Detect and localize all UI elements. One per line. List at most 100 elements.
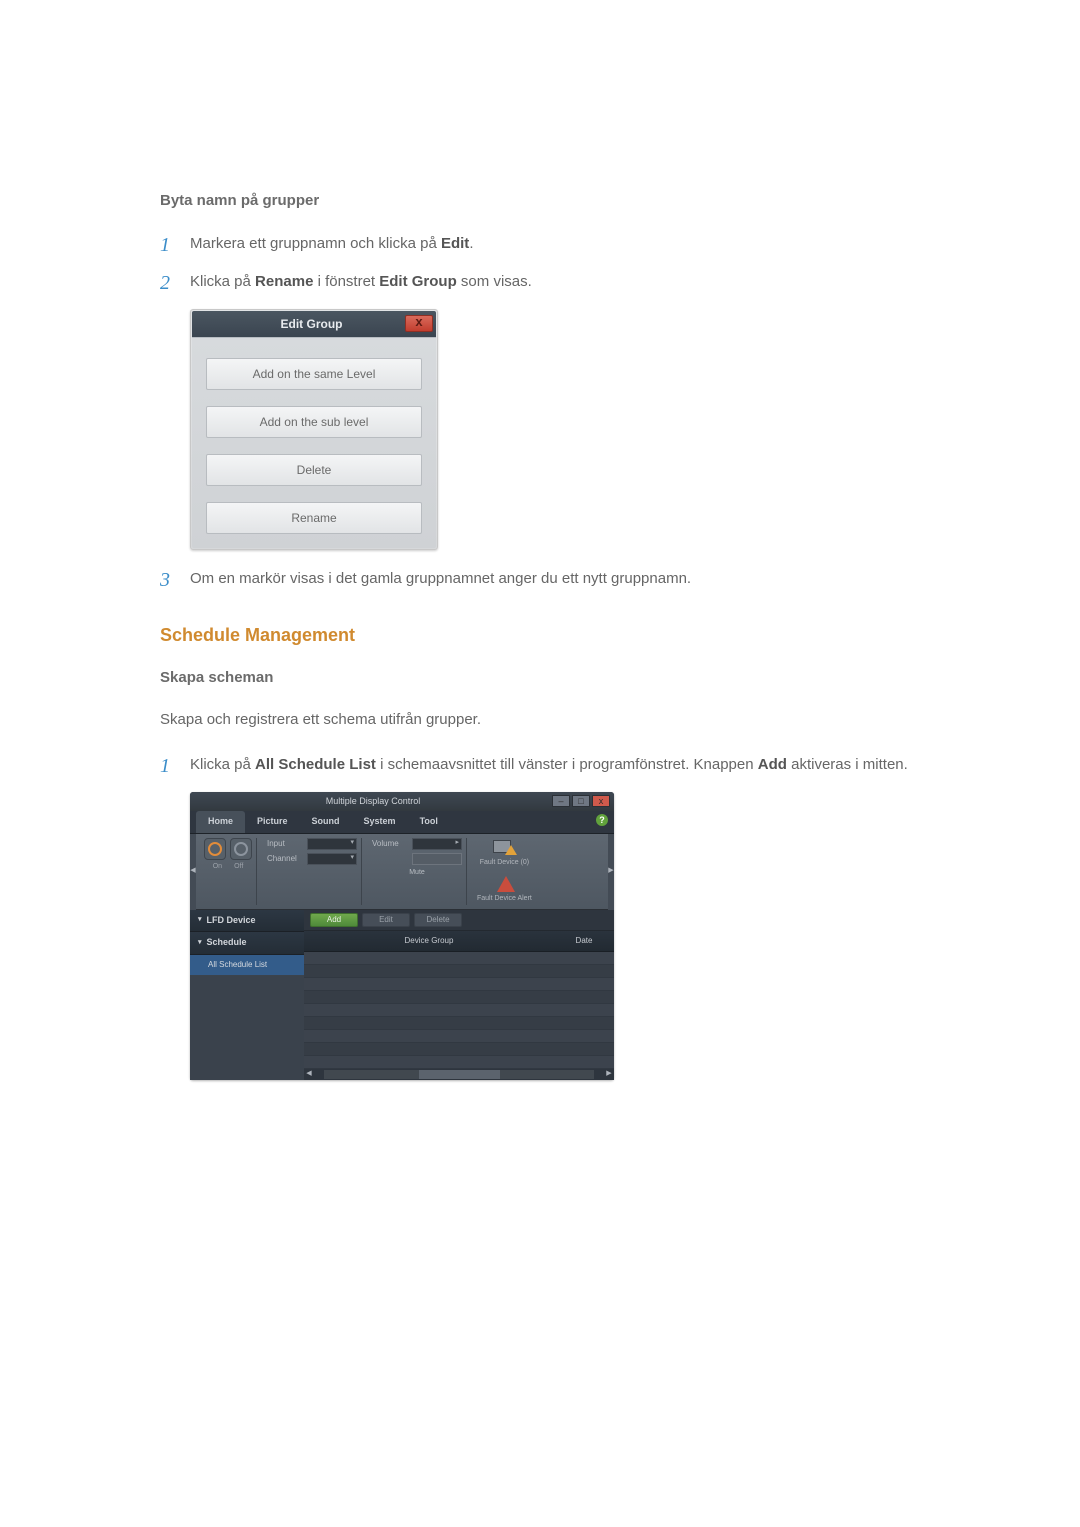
subsection-title-create-schedules: Skapa scheman [160, 667, 920, 690]
text: . [469, 235, 473, 252]
tab-system[interactable]: System [352, 811, 408, 833]
fault-alert-label: Fault Device Alert [477, 894, 532, 905]
bold-all-schedule-list: All Schedule List [255, 756, 376, 773]
step-text: Klicka på All Schedule List i schemaavsn… [190, 754, 920, 777]
sidebar-label: LFD Device [207, 914, 256, 928]
text: Klicka på [190, 756, 255, 773]
panel-collapse-right[interactable]: ▶ [608, 834, 614, 910]
fault-device-info[interactable]: Fault Device (0) [480, 838, 529, 869]
tab-picture[interactable]: Picture [245, 811, 300, 833]
add-button[interactable]: Add [310, 913, 358, 927]
tab-sound[interactable]: Sound [300, 811, 352, 833]
ribbon: On Off Input ▾ Channel ▾ [196, 834, 608, 910]
table-row [304, 1043, 614, 1056]
table-row [304, 978, 614, 991]
step-1: 1 Markera ett gruppnamn och klicka på Ed… [160, 233, 920, 257]
app-window: Multiple Display Control ‒ □ x Home Pict… [190, 792, 614, 1080]
column-date: Date [554, 935, 614, 947]
channel-select[interactable]: ▾ [307, 853, 357, 865]
fault-info-icon [493, 838, 515, 856]
sidebar-item-all-schedule-list[interactable]: All Schedule List [190, 955, 304, 976]
input-select[interactable]: ▾ [307, 838, 357, 850]
chevron-down-icon: ▾ [350, 838, 354, 849]
step-text: Om en markör visas i det gamla gruppnamn… [190, 568, 920, 591]
dialog-window: Edit Group x Add on the same Level Add o… [190, 309, 438, 550]
text: i fönstret [313, 273, 379, 290]
subsection-title-rename-groups: Byta namn på grupper [160, 190, 920, 213]
main-panel: Add Edit Delete Device Group Date [304, 910, 614, 1080]
horizontal-scrollbar[interactable]: ◀ ▶ [304, 1069, 614, 1080]
table-row [304, 1017, 614, 1030]
fault-alert-icon [493, 874, 515, 892]
close-button[interactable]: x [592, 795, 610, 807]
grid-body [304, 952, 614, 1069]
step-number: 3 [160, 568, 190, 592]
chevron-down-icon: ▾ [198, 938, 202, 949]
steps-create-schedule: 1 Klicka på All Schedule List i schemaav… [160, 754, 920, 778]
step-3: 3 Om en markör visas i det gamla gruppna… [160, 568, 920, 592]
scroll-left-icon: ◀ [304, 1069, 314, 1080]
sidebar-label: Schedule [207, 936, 247, 950]
scroll-right-icon: ▶ [604, 1069, 614, 1080]
delete-button[interactable]: Delete [206, 454, 422, 486]
step-number: 2 [160, 271, 190, 295]
sidebar: ▾ LFD Device ▾ Schedule All Schedule Lis… [190, 910, 304, 1080]
text: Markera ett gruppnamn och klicka på [190, 235, 441, 252]
power-off-button[interactable] [230, 838, 252, 860]
maximize-button[interactable]: □ [572, 795, 590, 807]
sidebar-section-lfd[interactable]: ▾ LFD Device [190, 910, 304, 933]
ribbon-group-volume: Volume ▸ Mute [368, 838, 467, 905]
delete-button[interactable]: Delete [414, 913, 462, 927]
step-number: 1 [160, 233, 190, 257]
figure-mdc-app: Multiple Display Control ‒ □ x Home Pict… [190, 792, 614, 1080]
grid-header: Device Group Date [304, 931, 614, 952]
table-row [304, 991, 614, 1004]
text: som visas. [457, 273, 532, 290]
fault-device-alert[interactable]: Fault Device Alert [477, 874, 532, 905]
tab-tool[interactable]: Tool [408, 811, 450, 833]
sidebar-section-schedule[interactable]: ▾ Schedule [190, 932, 304, 955]
edit-button[interactable]: Edit [362, 913, 410, 927]
volume-select[interactable]: ▸ [412, 838, 462, 850]
text: Klicka på [190, 273, 255, 290]
label-input: Input [267, 838, 303, 850]
table-row [304, 952, 614, 965]
add-same-level-button[interactable]: Add on the same Level [206, 358, 422, 390]
label-on: On [213, 862, 222, 873]
table-row [304, 965, 614, 978]
step-number: 1 [160, 754, 190, 778]
close-button[interactable]: x [405, 315, 433, 332]
bold-edit-group: Edit Group [379, 273, 457, 290]
add-sub-level-button[interactable]: Add on the sub level [206, 406, 422, 438]
fault-info-label: Fault Device (0) [480, 858, 529, 869]
app-title-bar: Multiple Display Control ‒ □ x [190, 792, 614, 812]
app-tabs: Home Picture Sound System Tool ? [190, 811, 614, 834]
bold-add: Add [758, 756, 787, 773]
intro-paragraph: Skapa och registrera ett schema utifrån … [160, 709, 920, 732]
text: aktiveras i mitten. [787, 756, 908, 773]
scrollbar-track [324, 1070, 594, 1079]
schedule-toolbar: Add Edit Delete [304, 910, 614, 931]
help-button[interactable]: ? [596, 814, 608, 826]
mute-button[interactable] [412, 853, 462, 865]
step-2: 2 Klicka på Rename i fönstret Edit Group… [160, 271, 920, 295]
minimize-button[interactable]: ‒ [552, 795, 570, 807]
tab-home[interactable]: Home [196, 811, 245, 833]
app-body: ▾ LFD Device ▾ Schedule All Schedule Lis… [190, 910, 614, 1080]
chevron-down-icon: ▸ [455, 838, 459, 849]
table-row [304, 1004, 614, 1017]
column-device-group: Device Group [304, 935, 554, 947]
scrollbar-thumb[interactable] [419, 1070, 500, 1079]
chevron-left-icon: ◀ [190, 866, 195, 877]
rename-button[interactable]: Rename [206, 502, 422, 534]
ribbon-group-fault: Fault Device (0) Fault Device Alert [473, 838, 536, 905]
chevron-down-icon: ▾ [198, 915, 202, 926]
bold-rename: Rename [255, 273, 313, 290]
dialog-title: Edit Group [192, 315, 405, 333]
power-on-button[interactable] [204, 838, 226, 860]
section-title-schedule-management: Schedule Management [160, 622, 920, 649]
table-row [304, 1030, 614, 1043]
ribbon-wrap: ◀ On Off Input ▾ [190, 834, 614, 910]
dialog-body: Add on the same Level Add on the sub lev… [192, 337, 436, 548]
power-icon [234, 842, 248, 856]
